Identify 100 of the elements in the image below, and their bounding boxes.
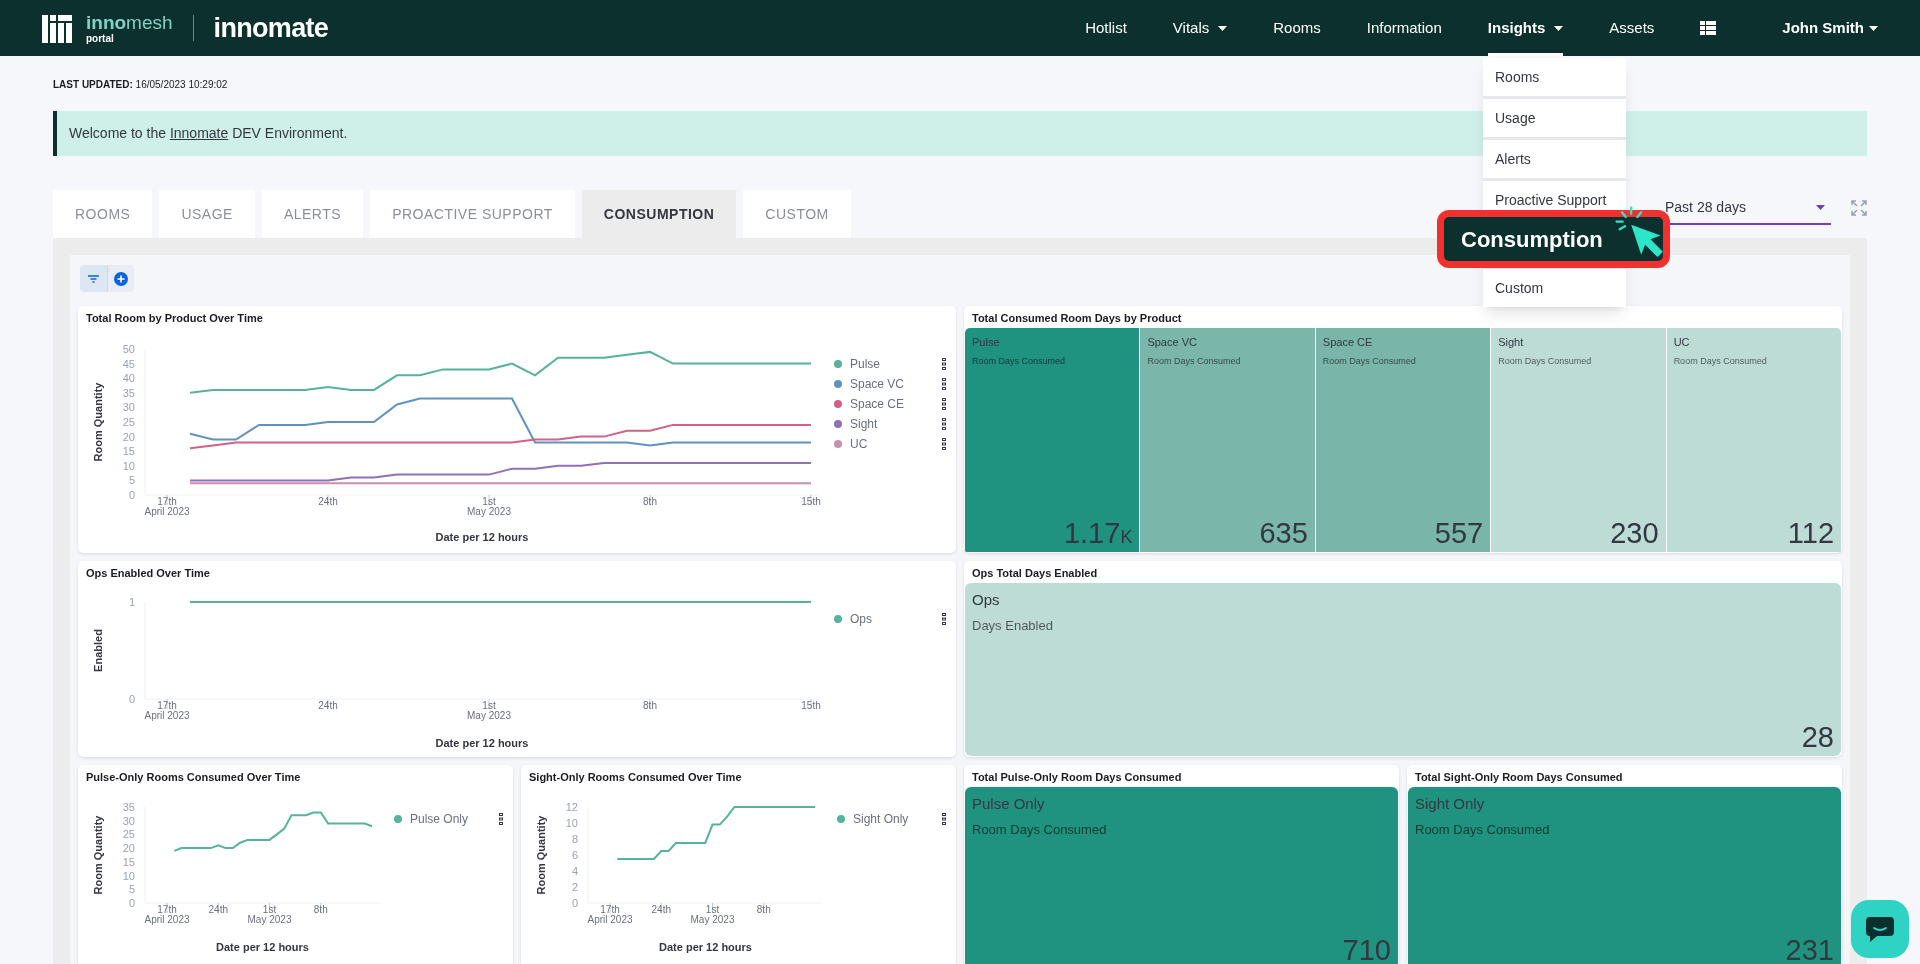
- nav-link[interactable]: Information: [1366, 0, 1442, 56]
- axis-tick-label: 8th: [643, 700, 657, 711]
- more-options-icon[interactable]: [942, 358, 946, 370]
- menu-item[interactable]: Rooms: [1483, 58, 1626, 96]
- panel-title: Ops Enabled Over Time: [85, 566, 211, 581]
- panel-title: Sight-Only Rooms Consumed Over Time: [528, 770, 743, 785]
- product-name: innomate: [213, 11, 329, 45]
- metric-value: 635: [1259, 519, 1308, 548]
- axis-title: Enabled: [92, 629, 104, 672]
- axis-tick-label: 4: [571, 865, 578, 877]
- axis-tick-label: 0: [128, 897, 135, 909]
- axis-tick-label: 5: [128, 883, 135, 896]
- legend-label[interactable]: Sight: [850, 415, 878, 433]
- axis-tick-label: 5: [128, 474, 135, 487]
- metric-value: 710: [1342, 936, 1391, 964]
- panel-title: Pulse-Only Rooms Consumed Over Time: [85, 770, 302, 785]
- axis-tick-label: 45: [122, 357, 135, 370]
- more-options-icon[interactable]: [942, 438, 946, 450]
- more-options-icon[interactable]: [942, 613, 946, 625]
- more-options-icon[interactable]: [942, 398, 946, 410]
- panel-title: Total Room by Product Over Time: [85, 311, 264, 326]
- axis-tick-label: 10: [122, 869, 135, 882]
- panel-title: Ops Total Days Enabled: [971, 566, 1099, 581]
- axis-tick-label: 1st May 2023: [690, 904, 735, 925]
- menu-item[interactable]: Usage: [1483, 99, 1626, 137]
- axis-tick-label: 15th: [801, 700, 821, 711]
- axis-tick-label: 10: [565, 817, 578, 829]
- axis-tick-label: 30: [122, 814, 135, 827]
- metric-caption: Room Days Consumed: [972, 820, 1108, 839]
- metric-label: Pulse Only: [972, 794, 1046, 814]
- panel-title: Total Sight-Only Room Days Consumed: [1414, 770, 1624, 785]
- legend-label[interactable]: Sight Only: [853, 810, 909, 828]
- metric-caption: Room Days Consumed: [1415, 820, 1551, 839]
- axis-tick-label: 8th: [313, 904, 328, 915]
- axis-tick-label: 25: [122, 416, 135, 428]
- axis-tick-label: 6: [571, 849, 578, 861]
- axis-tick-label: 24th: [208, 904, 228, 915]
- nav-link[interactable]: Assets: [1609, 0, 1655, 56]
- axis-tick-label: 35: [122, 386, 135, 399]
- axis-tick-label: 20: [122, 842, 135, 855]
- metric-caption: Room Days Consumed: [1498, 354, 1593, 368]
- legend-label[interactable]: UC: [850, 435, 868, 453]
- menu-item[interactable]: Custom: [1483, 269, 1626, 307]
- legend-label[interactable]: Space CE: [850, 395, 905, 413]
- apps-grid-icon[interactable]: [1700, 21, 1717, 35]
- axis-tick-label: 0: [571, 897, 578, 909]
- more-options-icon[interactable]: [942, 418, 946, 430]
- chat-button[interactable]: [1851, 900, 1909, 958]
- metric-label: Sight: [1498, 335, 1525, 350]
- tab[interactable]: CONSUMPTION: [581, 190, 737, 238]
- axis-title: Date per 12 hours: [216, 941, 309, 953]
- axis-tick-label: 0: [128, 489, 135, 501]
- legend-label[interactable]: Pulse Only: [410, 810, 469, 828]
- axis-title: Room Quantity: [92, 382, 104, 462]
- metric-caption: Room Days Consumed: [1673, 354, 1768, 368]
- metric-label: Sight Only: [1415, 794, 1486, 814]
- banner-link[interactable]: Innomate: [169, 125, 229, 141]
- filter-button[interactable]: [80, 265, 107, 292]
- user-menu[interactable]: John Smith: [1782, 0, 1878, 56]
- panel-title: Total Pulse-Only Room Days Consumed: [971, 770, 1183, 785]
- axis-tick-label: 10: [122, 459, 135, 472]
- legend-label[interactable]: Pulse: [850, 355, 881, 373]
- metric-caption: Room Days Consumed: [1322, 354, 1417, 368]
- panel-title: Total Consumed Room Days by Product: [971, 311, 1183, 326]
- axis-tick-label: 40: [122, 372, 135, 385]
- axis-tick-label: 17th April 2023: [144, 904, 190, 925]
- brand-name: innomesh: [86, 12, 173, 32]
- metric-caption: Days Enabled: [972, 616, 1054, 635]
- axis-title: Date per 12 hours: [659, 941, 752, 953]
- axis-tick-label: 8th: [756, 904, 771, 915]
- axis-tick-label: 1st May 2023: [247, 904, 292, 925]
- axis-tick-label: 1: [128, 596, 135, 608]
- welcome-message: Welcome to the Innomate DEV Environment.: [69, 124, 348, 143]
- axis-tick-label: 35: [122, 801, 135, 813]
- axis-tick-label: 1st May 2023: [467, 496, 511, 517]
- metric-value: 231: [1785, 936, 1834, 964]
- axis-tick-label: 15: [122, 855, 135, 868]
- axis-tick-label: 15th: [801, 496, 821, 507]
- more-options-icon[interactable]: [499, 813, 503, 825]
- nav-link[interactable]: Hotlist: [1085, 0, 1127, 56]
- last-updated-text: LAST UPDATED: 16/05/2023 10:29:02: [53, 78, 228, 92]
- menu-item[interactable]: Alerts: [1483, 140, 1626, 178]
- axis-tick-label: 30: [122, 401, 135, 414]
- legend-label[interactable]: Ops: [850, 610, 872, 628]
- nav-link[interactable]: Vitals: [1172, 0, 1228, 56]
- time-range-select[interactable]: Past 28 days: [1663, 191, 1831, 225]
- more-options-icon[interactable]: [942, 378, 946, 390]
- add-button[interactable]: [107, 265, 134, 292]
- axis-tick-label: 17th April 2023: [144, 700, 190, 721]
- axis-tick-label: 24th: [318, 496, 338, 507]
- nav-link[interactable]: Rooms: [1273, 0, 1321, 56]
- metric-label: UC: [1673, 335, 1691, 350]
- axis-tick-label: 12: [565, 801, 578, 813]
- more-options-icon[interactable]: [942, 813, 946, 825]
- axis-tick-label: 20: [122, 430, 135, 443]
- axis-tick-label: 17th April 2023: [144, 496, 190, 517]
- caret-icon: [1869, 25, 1878, 31]
- axis-tick-label: 24th: [651, 904, 671, 915]
- metric-caption: Room Days Consumed: [972, 354, 1067, 368]
- legend-label[interactable]: Space VC: [850, 375, 905, 393]
